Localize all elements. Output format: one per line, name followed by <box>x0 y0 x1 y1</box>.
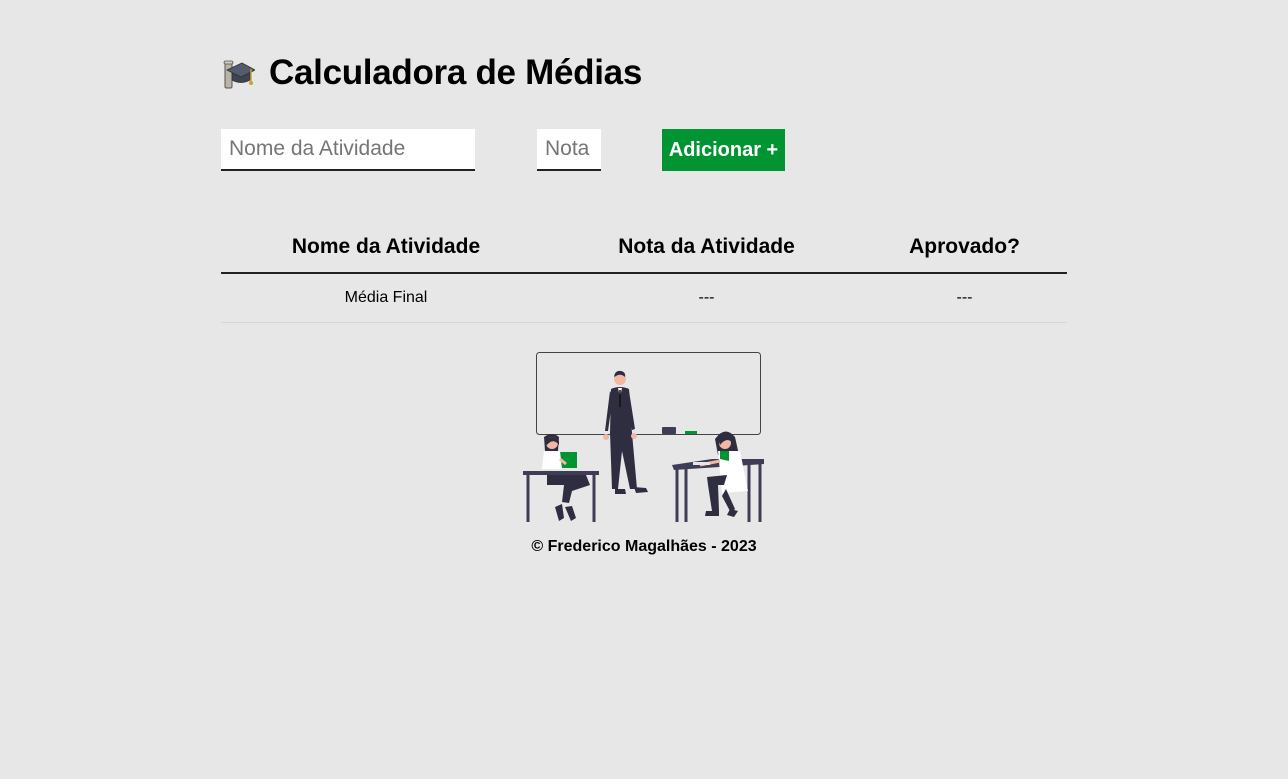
grades-table: Nome da Atividade Nota da Atividade Apro… <box>221 221 1067 323</box>
column-header-approved: Aprovado? <box>862 221 1067 274</box>
final-average-label: Média Final <box>221 273 551 323</box>
footer-copyright: © Frederico Magalhães - 2023 <box>531 538 757 555</box>
table-head: Nome da Atividade Nota da Atividade Apro… <box>221 221 1067 274</box>
page-title: Calculadora de Médias <box>269 53 642 92</box>
graduation-cap-icon <box>223 60 255 89</box>
page-header: Calculadora de Médias <box>221 50 642 96</box>
add-activity-button[interactable]: Adicionar + <box>662 129 785 171</box>
table-foot: Média Final --- --- <box>221 273 1067 323</box>
classroom-illustration <box>523 352 764 522</box>
final-average-row: Média Final --- --- <box>221 273 1067 323</box>
final-result-value: --- <box>862 273 1067 323</box>
final-average-value: --- <box>551 273 862 323</box>
activity-name-input[interactable] <box>221 129 475 171</box>
table-header-row: Nome da Atividade Nota da Atividade Apro… <box>221 221 1067 274</box>
column-header-activity: Nome da Atividade <box>221 221 551 274</box>
column-header-grade: Nota da Atividade <box>551 221 862 274</box>
grade-input[interactable] <box>537 129 601 171</box>
